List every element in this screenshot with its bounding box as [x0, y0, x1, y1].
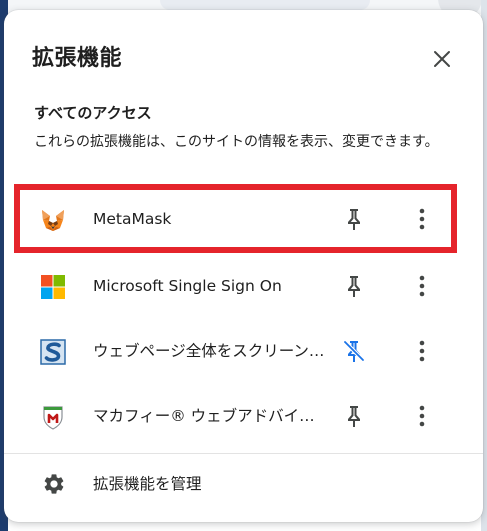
close-icon	[434, 51, 450, 67]
access-section-heading: すべてのアクセス	[34, 104, 152, 122]
address-bar-backdrop	[160, 0, 370, 10]
more-options-button[interactable]	[410, 337, 434, 365]
more-options-button[interactable]	[410, 272, 434, 300]
extension-row-screenshot[interactable]: ウェブページ全体をスクリーンショット	[4, 320, 483, 382]
gear-icon	[44, 474, 64, 494]
extension-row-microsoft[interactable]: Microsoft Single Sign On	[4, 255, 483, 317]
manage-extensions-label: 拡張機能を管理	[93, 475, 202, 493]
access-section-description: これらの拡張機能は、このサイトの情報を表示、変更できます。	[34, 134, 439, 150]
mcafee-shield-icon	[43, 406, 63, 430]
more-vert-icon	[419, 275, 425, 297]
more-options-button[interactable]	[410, 402, 434, 430]
more-vert-icon	[419, 340, 425, 362]
extension-row-metamask[interactable]: MetaMask	[4, 188, 483, 250]
pin-button[interactable]	[340, 272, 368, 300]
pin-button[interactable]	[340, 205, 368, 233]
extensions-popup: 拡張機能 すべてのアクセス これらの拡張機能は、このサイトの情報を表示、変更でき…	[4, 10, 483, 522]
extension-name: Microsoft Single Sign On	[93, 277, 282, 295]
manage-extensions-button[interactable]: 拡張機能を管理	[4, 456, 483, 512]
microsoft-logo-icon	[41, 275, 65, 299]
unpin-button[interactable]	[340, 337, 368, 365]
pin-off-icon	[343, 340, 365, 362]
extension-name: ウェブページ全体をスクリーンショット	[93, 342, 328, 360]
more-vert-icon	[419, 208, 425, 230]
pin-icon	[348, 406, 360, 427]
pin-icon	[348, 276, 360, 297]
metamask-fox-icon	[42, 210, 64, 231]
more-options-button[interactable]	[410, 205, 434, 233]
pin-icon	[348, 209, 360, 230]
more-vert-icon	[419, 405, 425, 427]
pin-button[interactable]	[340, 402, 368, 430]
footer-divider	[4, 453, 483, 454]
extension-name: マカフィー® ウェブアドバイザー	[93, 407, 328, 425]
extension-name: MetaMask	[93, 210, 172, 228]
screenshot-s-icon	[40, 339, 66, 365]
extension-row-mcafee[interactable]: マカフィー® ウェブアドバイザー	[4, 385, 483, 447]
close-button[interactable]	[424, 46, 460, 72]
popup-title: 拡張機能	[32, 46, 123, 71]
